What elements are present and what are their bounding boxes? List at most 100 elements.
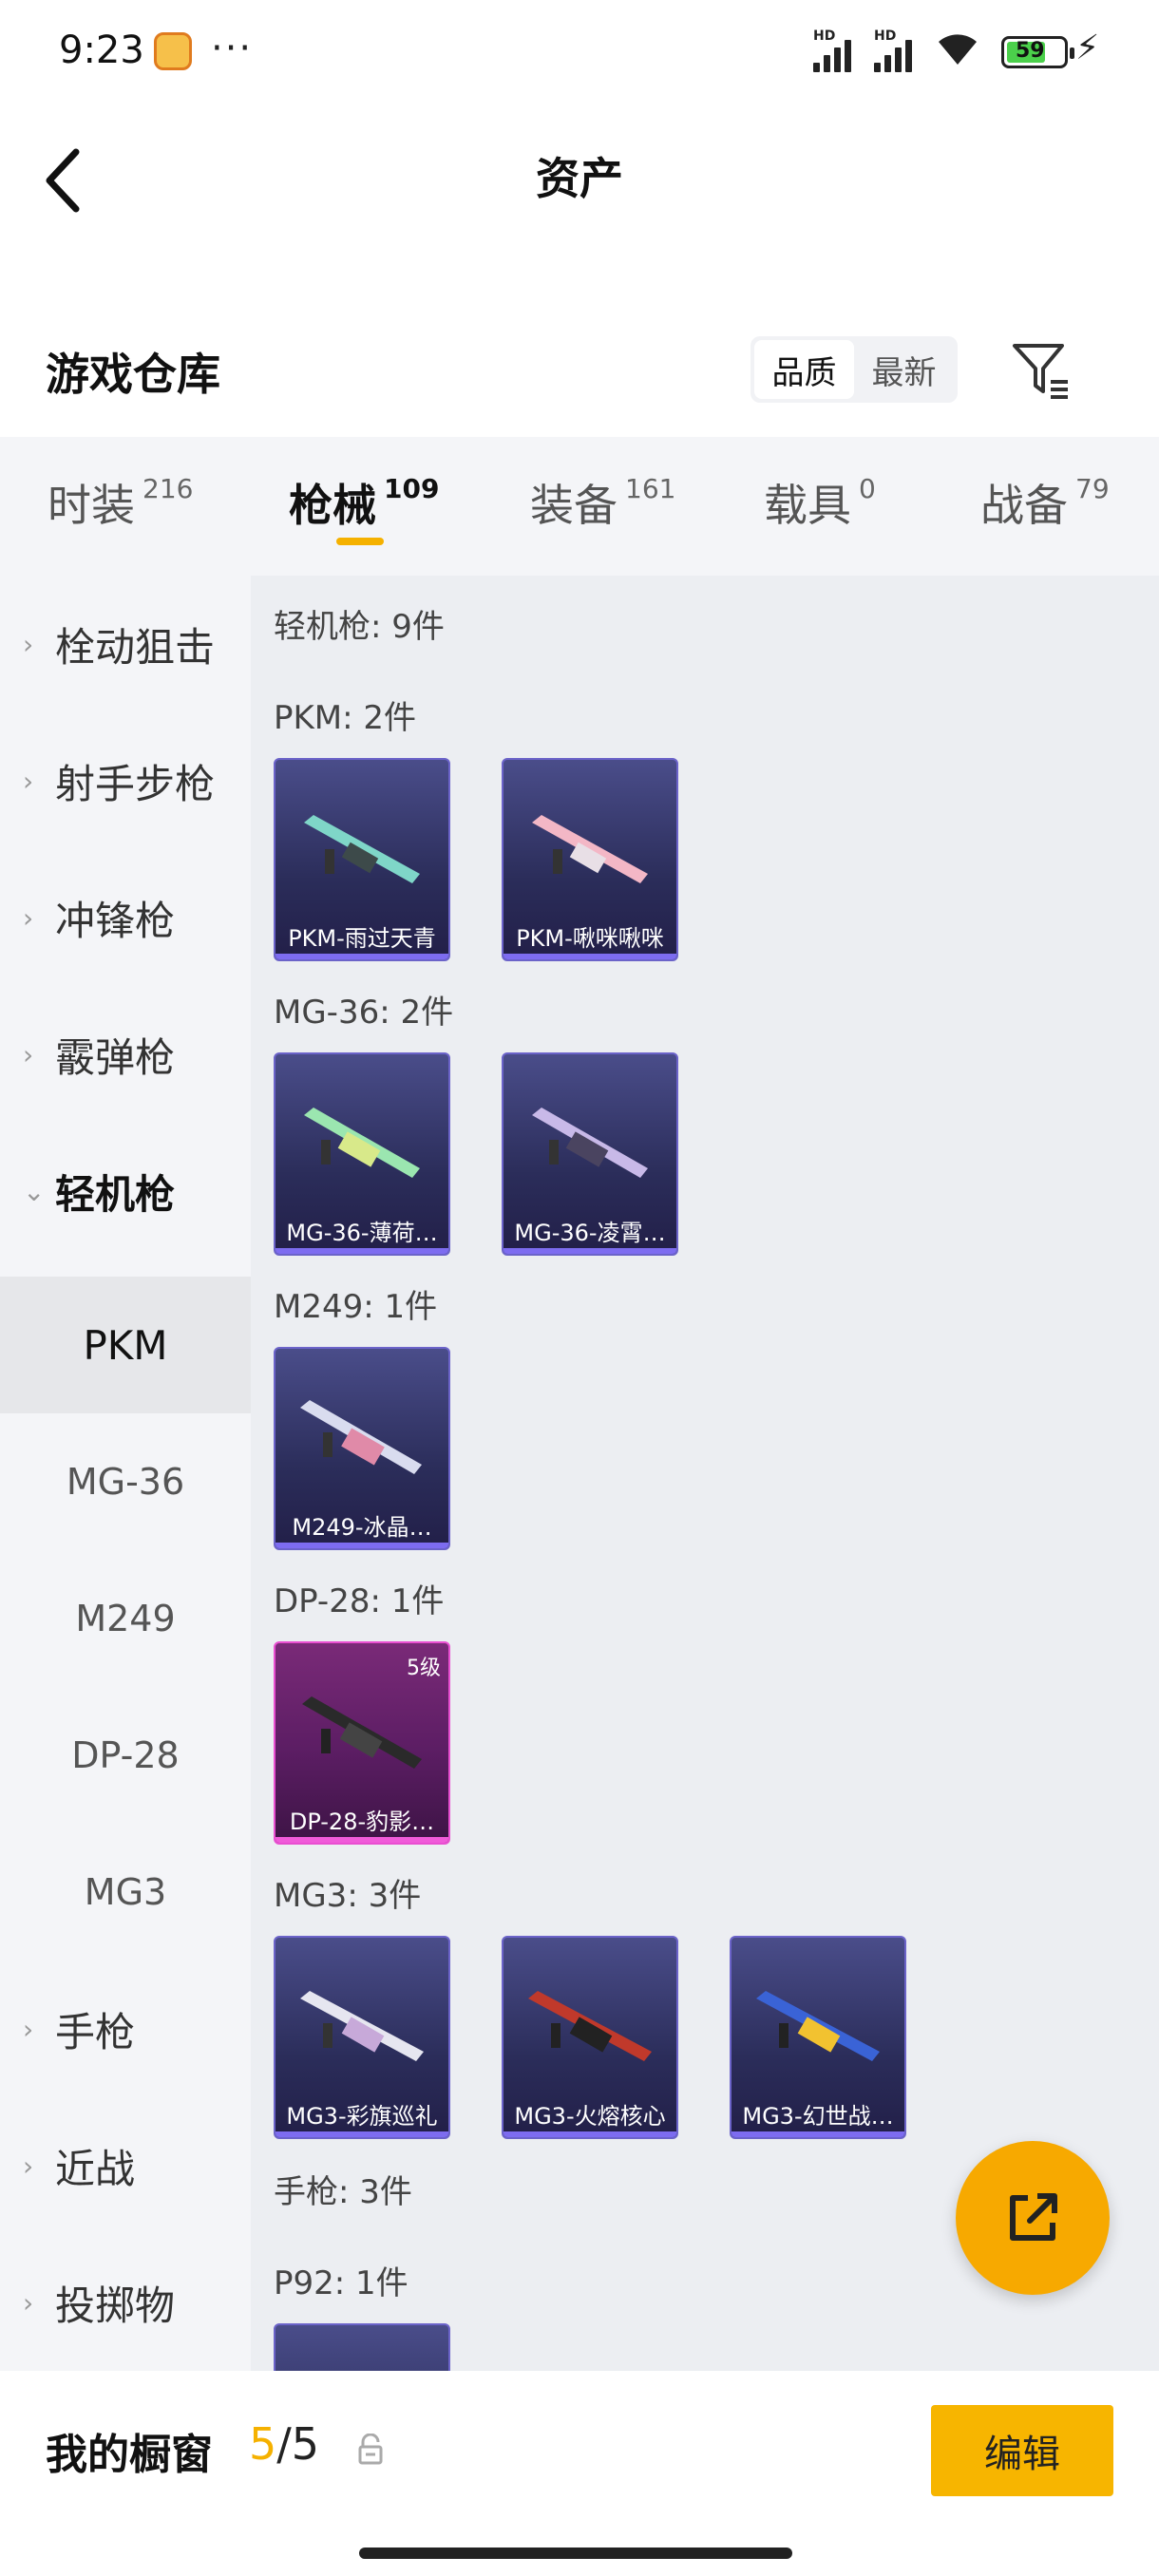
chevron-right-icon: › xyxy=(23,2150,34,2182)
skin-name: PKM-啾咪啾咪 xyxy=(516,924,664,952)
tab-count: 161 xyxy=(625,473,676,504)
gun-image xyxy=(532,815,648,883)
chevron-right-icon: › xyxy=(23,2013,34,2045)
filter-button[interactable] xyxy=(1007,336,1074,403)
edit-button[interactable]: 编辑 xyxy=(931,2405,1113,2496)
chevron-right-icon: › xyxy=(23,765,34,797)
charging-icon: ⚡ xyxy=(1075,28,1100,67)
sidebar-item-shotgun[interactable]: › 霰弹枪 xyxy=(0,986,251,1123)
chevron-right-icon: › xyxy=(23,1038,34,1070)
sort-quality-option[interactable]: 品质 xyxy=(754,340,854,399)
showcase-bar: 我的橱窗 5/5 编辑 xyxy=(0,2371,1159,2576)
tab-label: 枪械 xyxy=(289,480,376,531)
sort-newest-option[interactable]: 最新 xyxy=(854,340,954,399)
sidebar-item-smg[interactable]: › 冲锋枪 xyxy=(0,849,251,986)
sidebar-subitem-m249[interactable]: M249 xyxy=(0,1550,251,1687)
sidebar-subitem-pkm[interactable]: PKM xyxy=(0,1277,251,1413)
skin-card[interactable]: PKM-雨过天青 xyxy=(274,758,450,961)
sidebar-subitem-mg3[interactable]: MG3 xyxy=(0,1824,251,1960)
sidebar-item-label: 射手步枪 xyxy=(55,760,216,807)
sidebar-subitem-dp28[interactable]: DP-28 xyxy=(0,1687,251,1824)
skin-card[interactable]: MG3-彩旗巡礼 xyxy=(274,1936,450,2139)
weapon-list: 轻机枪: 9件 PKM: 2件 PKM-雨过天青 PKM-啾咪啾咪 MG-36:… xyxy=(251,576,1159,2371)
section-label: MG3: 3件 xyxy=(274,1877,422,1915)
gun-image xyxy=(304,1108,420,1178)
showcase-count-total: /5 xyxy=(276,2418,320,2470)
skin-card[interactable]: MG-36-凌霄… xyxy=(502,1052,678,1256)
chevron-down-icon: ⌄ xyxy=(23,1175,46,1207)
skin-card[interactable]: 5级 DP-28-豹影… xyxy=(274,1641,450,1845)
skin-card[interactable]: MG3-幻世战… xyxy=(730,1936,906,2139)
page-title: 资产 xyxy=(536,153,623,204)
sidebar-item-label: 手枪 xyxy=(55,2008,136,2055)
header: 资产 xyxy=(0,104,1159,247)
skin-name: MG-36-凌霄… xyxy=(514,1219,666,1246)
skin-card[interactable]: MG3-火熔核心 xyxy=(502,1936,678,2139)
status-bar: 9:23 ··· HD HD 59 ⚡ xyxy=(0,0,1159,104)
chevron-right-icon: › xyxy=(23,628,34,660)
quality-bar xyxy=(732,2131,904,2137)
battery-icon: 59 xyxy=(1001,36,1074,68)
sidebar-item-bolt-sniper[interactable]: › 栓动狙击 xyxy=(0,576,251,712)
tab-label: 装备 xyxy=(530,480,618,531)
tab-count: 216 xyxy=(142,473,194,504)
skin-card[interactable]: M249-冰晶… xyxy=(274,1347,450,1550)
skin-card[interactable] xyxy=(274,2323,450,2371)
quality-bar xyxy=(276,1543,448,1548)
tab-count: 109 xyxy=(384,473,440,504)
sort-toggle: 品质 最新 xyxy=(750,336,958,403)
weapon-type-sidebar: › 栓动狙击 › 射手步枪 › 冲锋枪 › 霰弹枪 ⌄ 轻机枪 PKM MG-3… xyxy=(0,576,251,2371)
sidebar-item-label: 投掷物 xyxy=(55,2282,176,2329)
category-tabs: 时装 216 枪械 109 装备 161 载具 0 战备 79 xyxy=(0,437,1159,576)
home-indicator[interactable] xyxy=(359,2548,792,2559)
share-button[interactable] xyxy=(956,2141,1110,2295)
skin-card[interactable]: MG-36-薄荷… xyxy=(274,1052,450,1256)
showcase-label: 我的橱窗 xyxy=(46,2431,213,2479)
skin-name: M249-冰晶… xyxy=(292,1513,432,1541)
skin-name: MG-36-薄荷… xyxy=(286,1219,438,1246)
more-notifications-icon: ··· xyxy=(211,27,254,70)
skin-name: MG3-彩旗巡礼 xyxy=(286,2102,438,2130)
showcase-count-current: 5 xyxy=(249,2418,277,2470)
group-header: 手枪: 3件 xyxy=(274,2173,412,2211)
sidebar-item-label: 近战 xyxy=(55,2145,136,2192)
sidebar-item-pistol[interactable]: › 手枪 xyxy=(0,1960,251,2097)
sidebar-item-lmg[interactable]: ⌄ 轻机枪 xyxy=(0,1123,251,1260)
skin-name: MG3-火熔核心 xyxy=(514,2102,666,2130)
gun-image xyxy=(528,1991,652,2061)
section-label: MG-36: 2件 xyxy=(274,994,454,1032)
tab-label: 战备 xyxy=(980,480,1068,531)
sidebar-subitem-mg36[interactable]: MG-36 xyxy=(0,1413,251,1550)
tab-label: 载具 xyxy=(764,480,851,531)
tab-vehicles[interactable]: 载具 0 xyxy=(764,471,876,534)
tab-supplies[interactable]: 战备 79 xyxy=(980,471,1110,534)
skin-name: DP-28-豹影… xyxy=(289,1808,435,1835)
tab-equipment[interactable]: 装备 161 xyxy=(530,471,675,534)
quality-bar xyxy=(504,954,676,959)
quality-bar xyxy=(276,954,448,959)
section-label: P92: 1件 xyxy=(274,2264,408,2302)
filter-icon xyxy=(1013,344,1068,399)
warehouse-title: 游戏仓库 xyxy=(46,349,220,400)
section-label: M249: 1件 xyxy=(274,1288,438,1326)
tab-firearms[interactable]: 枪械 109 xyxy=(289,471,439,534)
sidebar-item-throwables[interactable]: › 投掷物 xyxy=(0,2234,251,2371)
wifi-icon xyxy=(935,28,980,78)
sidebar-item-label: 霰弹枪 xyxy=(55,1033,176,1081)
gun-image xyxy=(304,815,420,883)
sidebar-item-label: 栓动狙击 xyxy=(55,623,216,671)
quality-bar xyxy=(276,1248,448,1254)
showcase-count: 5/5 xyxy=(249,2418,319,2470)
warehouse-header: 游戏仓库 品质 最新 xyxy=(0,313,1159,427)
sidebar-item-melee[interactable]: › 近战 xyxy=(0,2097,251,2234)
tab-count: 0 xyxy=(859,473,876,504)
tab-fashion[interactable]: 时装 216 xyxy=(48,471,193,534)
skin-name: PKM-雨过天青 xyxy=(288,924,436,952)
app-notification-icon xyxy=(154,32,192,70)
sidebar-item-marksman-rifle[interactable]: › 射手步枪 xyxy=(0,712,251,849)
sidebar-item-label: 轻机枪 xyxy=(55,1170,176,1218)
gun-image xyxy=(302,1696,422,1769)
tab-count: 79 xyxy=(1075,473,1110,504)
skin-card[interactable]: PKM-啾咪啾咪 xyxy=(502,758,678,961)
signal-strength-icon: HD xyxy=(813,28,851,72)
